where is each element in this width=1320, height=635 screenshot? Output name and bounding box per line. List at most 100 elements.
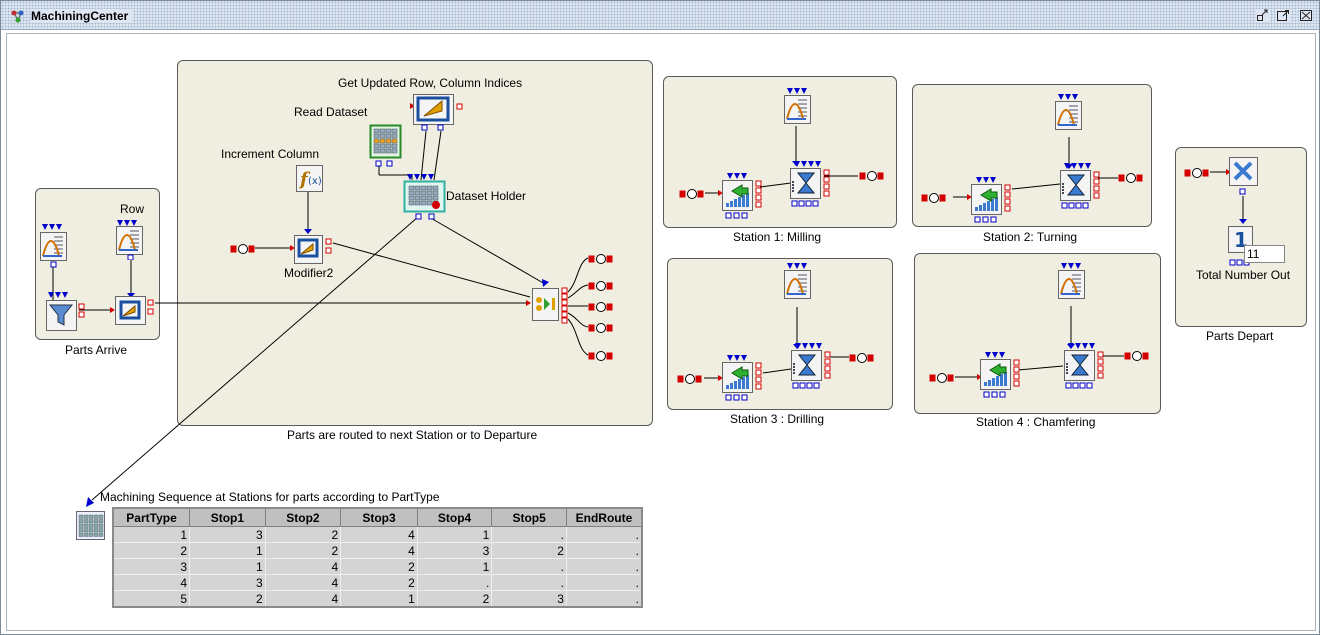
table-cell: 4 — [265, 574, 342, 591]
column-header[interactable]: Stop3 — [340, 507, 418, 527]
station-3-exit-connector[interactable] — [848, 353, 876, 363]
station-4-queue-icon[interactable] — [978, 352, 1024, 398]
table-header-row: PartType Stop1 Stop2 Stop3 Stop4 Stop5 EndRout… — [112, 507, 643, 527]
station-3-entry-connector[interactable] — [676, 374, 704, 384]
table-cell: 5 — [113, 590, 191, 608]
table-cell: . — [566, 542, 643, 559]
table-cell: . — [491, 574, 567, 591]
table-cell: 1 — [340, 590, 418, 608]
station-3-server-icon[interactable] — [789, 343, 835, 391]
station-1-server-icon[interactable] — [788, 161, 834, 209]
modifier-icon[interactable] — [113, 294, 157, 326]
table-cell: 4 — [113, 574, 191, 591]
station-1-label: Station 1: Milling — [733, 230, 822, 244]
table-cell: . — [491, 558, 567, 575]
modifier2-label: Modifier2 — [284, 266, 334, 280]
increment-column-icon[interactable]: f (x) — [294, 163, 326, 195]
table-cell: 2 — [491, 542, 567, 559]
table-cell: . — [566, 526, 643, 543]
station-3-queue-icon[interactable] — [720, 355, 766, 401]
exit-connector-2[interactable] — [587, 281, 615, 291]
dataset-holder-label: Dataset Holder — [446, 189, 527, 203]
machining-sequence-table[interactable]: PartType Stop1 Stop2 Stop3 Stop4 Stop5 EndRout… — [112, 507, 643, 608]
filter-icon[interactable] — [44, 292, 88, 334]
table-cell: . — [491, 526, 567, 543]
table-cell: 2 — [417, 590, 493, 608]
read-dataset-icon[interactable] — [369, 124, 403, 168]
table-cell: 4 — [265, 590, 342, 608]
station-2-label: Station 2: Turning — [983, 230, 1078, 244]
table-cell: 2 — [340, 574, 418, 591]
table-row[interactable]: 212432. — [113, 542, 643, 559]
dataset-holder-icon[interactable] — [403, 174, 447, 222]
table-cell: . — [566, 590, 643, 608]
row-distribution-icon[interactable] — [112, 218, 148, 260]
column-header[interactable]: Stop2 — [264, 507, 342, 527]
depart-entry-connector[interactable] — [1183, 168, 1211, 178]
column-header[interactable]: EndRoute — [565, 507, 643, 527]
table-row[interactable]: 13241.. — [113, 526, 643, 543]
table-body: 13241..212432.31421..4342...524123. — [113, 526, 643, 608]
router-icon[interactable] — [528, 284, 574, 326]
table-caption: Machining Sequence at Stations for parts… — [100, 490, 440, 504]
table-cell: 2 — [265, 526, 342, 543]
table-cell: 2 — [340, 558, 418, 575]
table-cell: 3 — [189, 574, 266, 591]
total-number-out-value: 11 — [1244, 245, 1285, 263]
table-cell: . — [566, 574, 643, 591]
station-4-entry-connector[interactable] — [928, 373, 956, 383]
station-2-distribution-icon[interactable] — [1052, 94, 1086, 138]
station-3-distribution-icon[interactable] — [781, 263, 815, 307]
table-row[interactable]: 4342... — [113, 574, 643, 591]
table-cell: 4 — [265, 558, 342, 575]
station-2-entry-connector[interactable] — [920, 193, 948, 203]
distribution-icon[interactable] — [38, 222, 72, 268]
parts-arrive-label: Parts Arrive — [65, 343, 128, 357]
table-row[interactable]: 31421.. — [113, 558, 643, 575]
table-cell: 2 — [189, 590, 266, 608]
station-1-entry-connector[interactable] — [678, 189, 706, 199]
station-2-server-icon[interactable] — [1058, 163, 1104, 211]
entry-connector-modifier2[interactable] — [229, 244, 257, 254]
row-label: Row — [120, 202, 145, 216]
station-3-label: Station 3 : Drilling — [730, 412, 825, 426]
table-cell: . — [417, 574, 493, 591]
station-1-distribution-icon[interactable] — [781, 88, 815, 132]
exit-connector-4[interactable] — [587, 323, 615, 333]
table-cell: 3 — [113, 558, 191, 575]
column-header[interactable]: Stop5 — [491, 507, 567, 527]
table-cell: 3 — [417, 542, 493, 559]
column-header[interactable]: PartType — [112, 507, 191, 527]
table-cell: 1 — [189, 542, 266, 559]
station-4-distribution-icon[interactable] — [1055, 263, 1089, 307]
modifier2-icon[interactable] — [286, 233, 338, 267]
station-4-exit-connector[interactable] — [1123, 351, 1151, 361]
table-cell: 1 — [417, 558, 493, 575]
routing-label: Parts are routed to next Station or to D… — [287, 428, 538, 442]
svg-text:(x): (x) — [308, 176, 322, 187]
table-cell: 4 — [340, 526, 418, 543]
increment-column-label: Increment Column — [221, 147, 320, 161]
table-cell: 1 — [189, 558, 266, 575]
exit-connector-1[interactable] — [587, 254, 615, 264]
table-dataset-icon[interactable] — [75, 510, 107, 542]
exit-connector-5[interactable] — [587, 351, 615, 361]
table-cell: 4 — [340, 542, 418, 559]
table-cell: 1 — [417, 526, 493, 543]
station-2-exit-connector[interactable] — [1117, 173, 1145, 183]
station-2-queue-icon[interactable] — [969, 177, 1015, 223]
station-1-queue-icon[interactable] — [720, 173, 766, 219]
column-header[interactable]: Stop4 — [416, 507, 493, 527]
total-number-out-label: Total Number Out — [1196, 268, 1291, 282]
station-4-server-icon[interactable] — [1062, 343, 1108, 391]
table-cell: 1 — [113, 526, 191, 543]
dispose-icon[interactable] — [1228, 155, 1260, 199]
get-updated-indices-icon[interactable] — [410, 93, 466, 133]
station-1-exit-connector[interactable] — [858, 171, 886, 181]
table-row[interactable]: 524123. — [113, 590, 643, 608]
table-cell: 3 — [189, 526, 266, 543]
exit-connector-3[interactable] — [587, 302, 615, 312]
table-cell: . — [566, 558, 643, 575]
get-updated-label: Get Updated Row, Column Indices — [338, 76, 523, 90]
column-header[interactable]: Stop1 — [189, 507, 266, 527]
